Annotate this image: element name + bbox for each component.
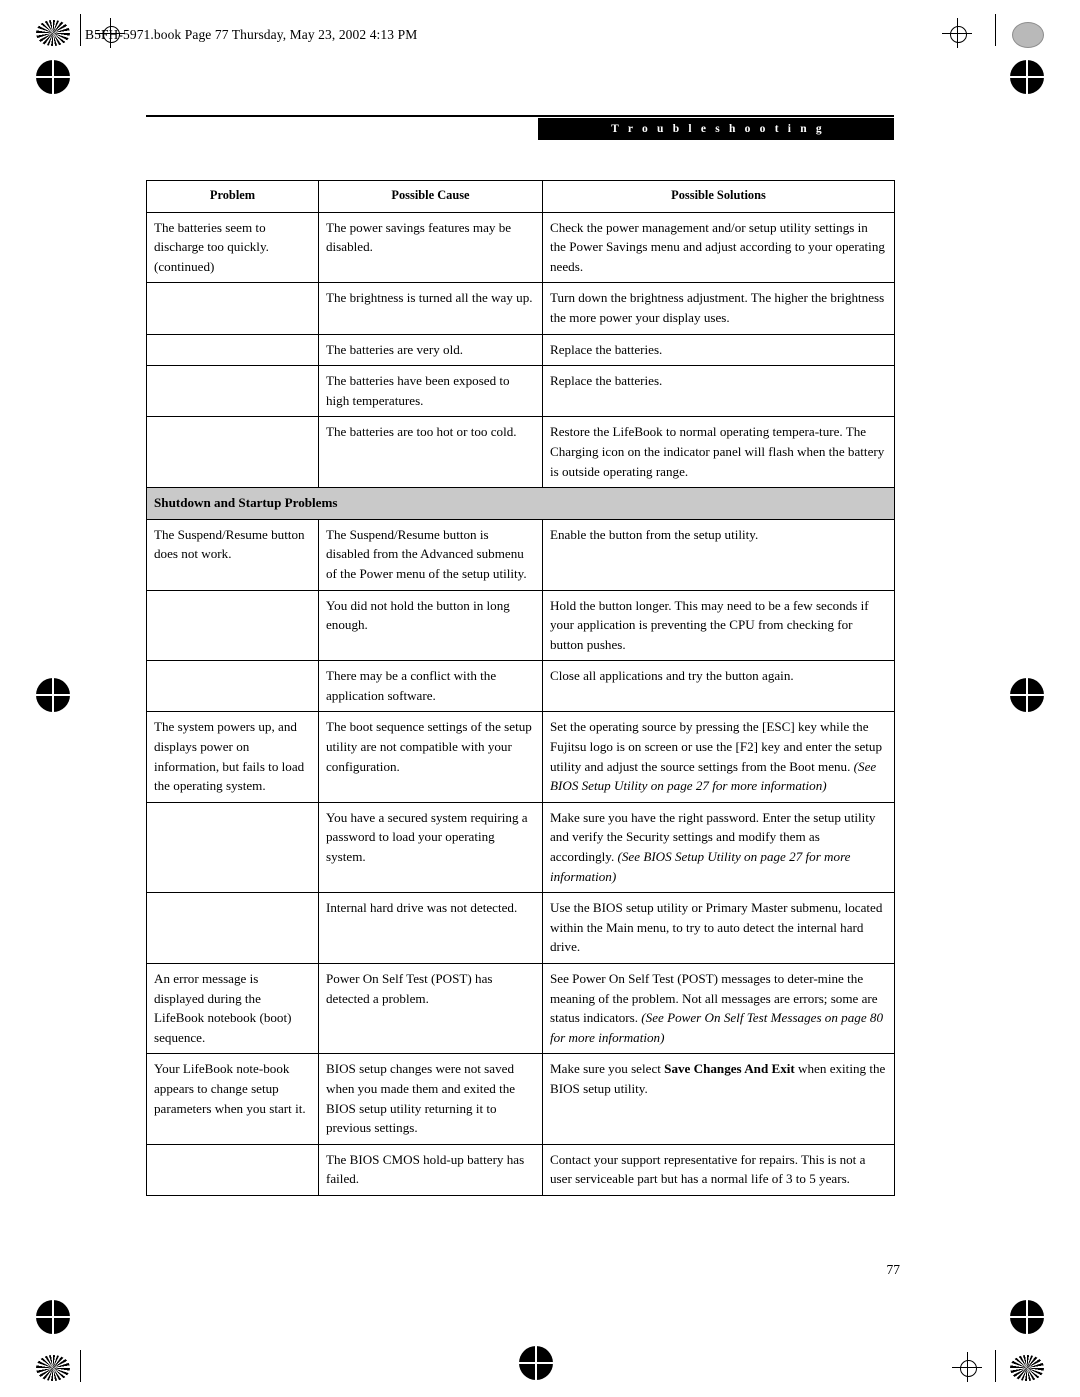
cell-cause: The batteries are very old. xyxy=(318,333,543,367)
printer-swirl-mark-bottom-left xyxy=(36,1355,70,1381)
printer-swirl-mark-bottom-right xyxy=(1010,1355,1044,1381)
table-row: You have a secured system requiring a pa… xyxy=(146,801,895,894)
cell-solution: Hold the button longer. This may need to… xyxy=(542,589,895,662)
cell-problem-empty xyxy=(146,416,319,489)
vertical-rule-top-left xyxy=(80,14,81,46)
table-row: The batteries have been exposed to high … xyxy=(146,365,895,418)
table-row: Internal hard drive was not detected. Us… xyxy=(146,892,895,964)
cell-cause: The BIOS CMOS hold-up battery has failed… xyxy=(318,1143,543,1196)
cell-cause: You have a secured system requiring a pa… xyxy=(318,801,543,894)
cell-cause: BIOS setup changes were not saved when y… xyxy=(318,1053,543,1145)
registration-mark-left-bottom xyxy=(27,1291,79,1343)
cell-cause: The brightness is turned all the way up. xyxy=(318,282,543,335)
cell-problem-empty xyxy=(146,892,319,964)
table-row: Your LifeBook note-book appears to chang… xyxy=(146,1053,895,1145)
registration-mark-left-middle xyxy=(27,669,79,721)
troubleshooting-table: Problem Possible Cause Possible Solution… xyxy=(146,180,895,1196)
cell-problem: Your LifeBook note-book appears to chang… xyxy=(146,1053,319,1145)
header-rule xyxy=(146,115,894,117)
table-section-heading-row: Shutdown and Startup Problems xyxy=(146,487,895,520)
cell-cause: The Suspend/Resume button is disabled fr… xyxy=(318,518,543,591)
table-row: The batteries seem to discharge too quic… xyxy=(146,211,895,284)
table-row: The system powers up, and displays power… xyxy=(146,711,895,803)
grey-oval-mark-top-right xyxy=(1012,22,1044,48)
cell-solution: Check the power management and/or setup … xyxy=(542,211,895,284)
column-header-possible-solutions: Possible Solutions xyxy=(542,180,895,213)
column-header-possible-cause: Possible Cause xyxy=(318,180,543,213)
cell-problem-empty xyxy=(146,365,319,418)
page-number: 77 xyxy=(886,1262,901,1277)
cell-cause: You did not hold the button in long enou… xyxy=(318,589,543,662)
cell-problem-empty xyxy=(146,660,319,713)
cell-problem: The Suspend/Resume button does not work. xyxy=(146,518,319,591)
document-page: B5FH-5971.book Page 77 Thursday, May 23,… xyxy=(0,0,1080,1397)
cell-cause: The batteries are too hot or too cold. xyxy=(318,416,543,489)
cell-solution: Make sure you have the right password. E… xyxy=(542,801,895,894)
cell-cause: Power On Self Test (POST) has detected a… xyxy=(318,962,543,1055)
cell-solution: Close all applications and try the butto… xyxy=(542,660,895,713)
cell-cause: Internal hard drive was not detected. xyxy=(318,892,543,964)
table-row: The batteries are very old. Replace the … xyxy=(146,333,895,367)
cell-solution: Use the BIOS setup utility or Primary Ma… xyxy=(542,892,895,964)
solution-text: Set the operating source by pressing the… xyxy=(550,719,883,774)
table-row: An error message is displayed during the… xyxy=(146,962,895,1055)
section-heading: Shutdown and Startup Problems xyxy=(146,487,895,520)
table-header-row: Problem Possible Cause Possible Solution… xyxy=(146,180,895,213)
cell-problem: The batteries seem to discharge too quic… xyxy=(146,211,319,284)
cell-solution: See Power On Self Test (POST) messages t… xyxy=(542,962,895,1055)
cell-problem: An error message is displayed during the… xyxy=(146,962,319,1055)
chapter-tab: T r o u b l e s h o o t i n g xyxy=(538,118,894,140)
file-header-text: B5FH-5971.book Page 77 Thursday, May 23,… xyxy=(85,27,418,42)
file-header: B5FH-5971.book Page 77 Thursday, May 23,… xyxy=(85,20,985,50)
cell-solution: Make sure you select Save Changes And Ex… xyxy=(542,1053,895,1145)
registration-cross-bottom-right xyxy=(952,1352,982,1382)
cell-solution: Contact your support representative for … xyxy=(542,1143,895,1196)
cell-cause: The power savings features may be disabl… xyxy=(318,211,543,284)
cell-solution: Restore the LifeBook to normal operating… xyxy=(542,416,895,489)
cell-problem: The system powers up, and displays power… xyxy=(146,711,319,803)
table-row: You did not hold the button in long enou… xyxy=(146,589,895,662)
cell-problem-empty xyxy=(146,333,319,367)
registration-mark-right-top xyxy=(1001,51,1053,103)
cell-solution: Turn down the brightness adjustment. The… xyxy=(542,282,895,335)
registration-mark-left-top xyxy=(27,51,79,103)
column-header-problem: Problem xyxy=(146,180,319,213)
cell-problem-empty xyxy=(146,801,319,894)
cell-solution: Enable the button from the setup utility… xyxy=(542,518,895,591)
table-row: There may be a conflict with the applica… xyxy=(146,660,895,713)
cell-problem-empty xyxy=(146,1143,319,1196)
solution-text-pre: Make sure you select xyxy=(550,1061,665,1077)
printer-swirl-mark-top-left xyxy=(36,20,70,46)
cell-cause: The boot sequence settings of the setup … xyxy=(318,711,543,803)
registration-mark-right-middle xyxy=(1001,669,1053,721)
solution-emphasis: Save Changes And Exit xyxy=(664,1061,795,1077)
cell-problem-empty xyxy=(146,282,319,335)
vertical-rule-bottom-left xyxy=(80,1350,81,1382)
table-row: The BIOS CMOS hold-up battery has failed… xyxy=(146,1143,895,1196)
cell-cause: The batteries have been exposed to high … xyxy=(318,365,543,418)
vertical-rule-top-right xyxy=(995,14,996,46)
cell-problem-empty xyxy=(146,589,319,662)
vertical-rule-bottom-right xyxy=(995,1350,996,1382)
cell-solution: Set the operating source by pressing the… xyxy=(542,711,895,803)
registration-mark-bottom-center xyxy=(510,1337,562,1389)
table-row: The batteries are too hot or too cold. R… xyxy=(146,416,895,489)
table-row: The brightness is turned all the way up.… xyxy=(146,282,895,335)
cell-solution: Replace the batteries. xyxy=(542,365,895,418)
cell-solution: Replace the batteries. xyxy=(542,333,895,367)
table-row: The Suspend/Resume button does not work.… xyxy=(146,518,895,591)
cell-cause: There may be a conflict with the applica… xyxy=(318,660,543,713)
registration-mark-right-bottom xyxy=(1001,1291,1053,1343)
